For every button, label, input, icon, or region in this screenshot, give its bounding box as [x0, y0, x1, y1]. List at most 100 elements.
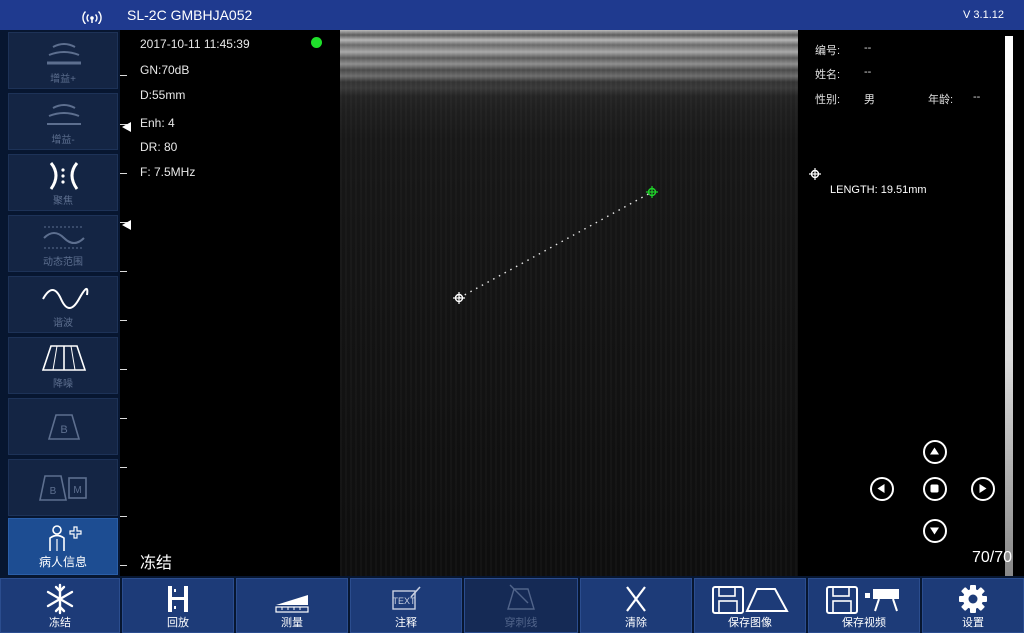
save-image-button[interactable]: 保存图像: [694, 578, 806, 633]
patient-age-value: --: [973, 91, 981, 103]
annotation-icon: TEXT: [392, 586, 421, 610]
stop-square-icon: [930, 484, 939, 493]
arrow-right-icon: [979, 484, 987, 493]
enhancement-readout: Enh: 4: [140, 116, 175, 130]
nav-left-button[interactable]: [870, 477, 894, 501]
ruler-tick: [120, 271, 127, 272]
software-version: V 3.1.12: [963, 9, 1004, 21]
dynamic-range-button[interactable]: 动态范围: [8, 215, 118, 272]
gain-readout: GN:70dB: [140, 63, 190, 77]
gain-plus-button[interactable]: 增益+: [8, 32, 118, 89]
ruler-tick: [120, 516, 127, 517]
svg-text:B: B: [50, 486, 57, 497]
focus-label: 聚焦: [53, 196, 73, 207]
save-video-label: 保存视频: [842, 617, 886, 629]
b-mode-button[interactable]: B: [8, 398, 118, 455]
gain-minus-label: 增益-: [51, 135, 75, 146]
bm-mode-icon: B M: [39, 475, 87, 501]
gear-icon: [959, 585, 987, 613]
measure-label: 测量: [281, 617, 303, 629]
annotation-button[interactable]: TEXT 注释: [350, 578, 462, 633]
focus-marker[interactable]: [122, 220, 131, 230]
nav-right-button[interactable]: [971, 477, 995, 501]
arrow-down-icon: [930, 527, 939, 535]
save-image-label: 保存图像: [728, 617, 772, 629]
dynamic-range-icon: [43, 226, 85, 249]
image-scrollbar[interactable]: [1005, 36, 1013, 576]
patient-info-icon: [49, 525, 82, 551]
clear-icon: [626, 586, 646, 612]
status-indicator: [311, 37, 322, 48]
gain-minus-button[interactable]: 增益-: [8, 93, 118, 150]
playback-icon: [168, 586, 188, 612]
measurement-length: LENGTH: 19.51mm: [830, 184, 927, 196]
gain-minus-icon: [47, 104, 81, 125]
nav-center-button[interactable]: [923, 477, 947, 501]
patient-sex-value: 男: [864, 94, 875, 106]
arrow-up-icon: [930, 447, 939, 455]
puncture-line-icon: [507, 584, 535, 610]
harmonic-label: 谐波: [53, 318, 73, 329]
svg-text:M: M: [73, 485, 81, 496]
focus-marker[interactable]: [122, 122, 131, 132]
bm-mode-button[interactable]: B M: [8, 459, 118, 516]
ruler-tick: [120, 320, 127, 321]
title-bar: SL-2C GMBHJA052 V 3.1.12: [0, 0, 1024, 30]
ruler-tick: [120, 418, 127, 419]
patient-age-label: 年龄:: [928, 94, 954, 106]
save-image-icon: [712, 586, 789, 614]
freeze-button[interactable]: 冻结: [0, 578, 120, 633]
frame-counter: 70/70: [971, 549, 1012, 566]
freeze-label: 冻结: [49, 617, 71, 629]
settings-label: 设置: [962, 617, 984, 629]
denoise-label: 降噪: [53, 379, 73, 390]
settings-button[interactable]: 设置: [922, 578, 1024, 633]
ruler-tick: [120, 173, 127, 174]
harmonic-icon: [42, 288, 89, 309]
patient-info-label: 病人信息: [38, 555, 87, 569]
measure-icon: [275, 595, 309, 613]
left-sidebar: 增益+ 增益- 聚焦 动态范围 谐波 降噪 B B M 病人信息: [0, 30, 120, 576]
bottom-toolbar: 冻结 回放 测量 TEXT 注释 穿刺线 清除 保存图像 保存视频 设置: [0, 576, 1024, 633]
svg-text:B: B: [60, 424, 67, 436]
b-mode-icon: B: [47, 414, 81, 440]
harmonic-button[interactable]: 谐波: [8, 276, 118, 333]
depth-readout: D:55mm: [140, 88, 186, 102]
denoise-button[interactable]: 降噪: [8, 337, 118, 394]
annotation-label: 注释: [395, 617, 417, 629]
puncture-line-button[interactable]: 穿刺线: [464, 578, 578, 633]
denoise-icon: [41, 345, 87, 371]
device-name: SL-2C GMBHJA052: [127, 7, 253, 23]
puncture-line-label: 穿刺线: [504, 617, 538, 629]
nav-up-button[interactable]: [923, 440, 947, 464]
wifi-icon: [82, 11, 102, 24]
playback-label: 回放: [167, 617, 189, 629]
gain-plus-icon: [47, 43, 81, 65]
ruler-tick: [120, 369, 127, 370]
measure-button[interactable]: 测量: [236, 578, 348, 633]
save-video-button[interactable]: 保存视频: [808, 578, 920, 633]
frozen-state-label: 冻结: [140, 555, 173, 572]
frequency-readout: F: 7.5MHz: [140, 165, 196, 179]
ruler-tick: [120, 467, 127, 468]
focus-icon: [49, 162, 79, 190]
dynamic-range-readout: DR: 80: [140, 140, 178, 154]
patient-name-value: --: [864, 66, 872, 78]
patient-name-label: 姓名:: [815, 69, 841, 81]
patient-sex-label: 性别:: [815, 94, 841, 106]
clear-label: 清除: [625, 617, 647, 629]
playback-button[interactable]: 回放: [122, 578, 234, 633]
arrow-left-icon: [877, 484, 885, 493]
patient-id-value: --: [864, 42, 872, 54]
caliper-legend-icon: [809, 168, 821, 180]
ultrasound-image[interactable]: [340, 30, 798, 576]
gain-plus-label: 增益+: [50, 74, 76, 85]
clear-button[interactable]: 清除: [580, 578, 692, 633]
depth-ruler: [120, 30, 131, 576]
svg-text:TEXT: TEXT: [392, 596, 416, 606]
focus-button[interactable]: 聚焦: [8, 154, 118, 211]
nav-down-button[interactable]: [923, 519, 947, 543]
patient-info-button[interactable]: 病人信息: [8, 518, 118, 575]
ruler-tick: [120, 75, 127, 76]
dynamic-range-label: 动态范围: [43, 257, 83, 268]
